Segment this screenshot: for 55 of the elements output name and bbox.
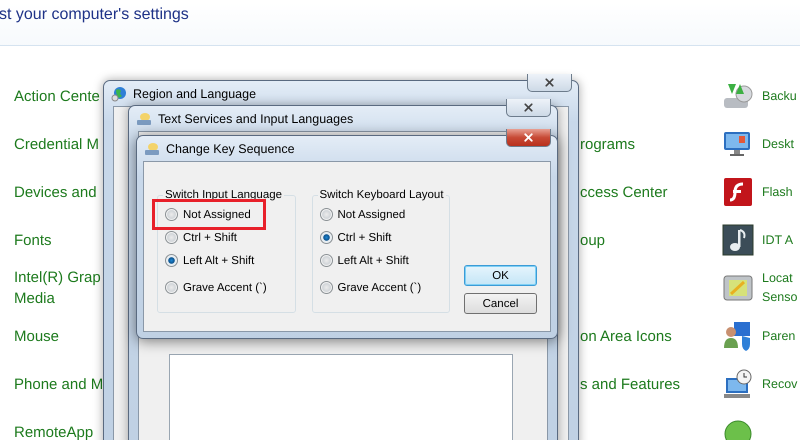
radio-label[interactable]: Left Alt + Shift [338,254,409,266]
window-title: Region and Language [133,86,258,100]
radio-label[interactable]: Grave Accent (`) [183,282,267,294]
control-panel-link[interactable]: rograms [580,134,636,154]
control-panel-link[interactable]: Credential M [14,134,100,154]
control-panel-link[interactable]: RemoteApp [14,422,94,440]
control-panel-link[interactable]: Locat Senso [762,269,798,307]
close-button[interactable] [527,74,572,92]
radio-button[interactable] [320,281,332,294]
group-title: Switch Input Language [164,189,284,201]
dialog-title: Change Key Sequence [166,142,296,156]
window-title: Text Services and Input Languages [158,112,354,126]
keyboard-icon [144,142,160,156]
radio-label[interactable]: Not Assigned [183,208,251,220]
control-panel-link[interactable]: Backu [762,86,797,106]
control-panel-link[interactable]: Intel(R) Grap Media [14,267,101,309]
control-panel-link[interactable]: IDT A [762,230,794,250]
radio-label[interactable]: Grave Accent (`) [338,282,422,294]
control-panel-link[interactable]: Fonts [14,230,52,250]
radio-label[interactable]: Ctrl + Shift [183,232,238,244]
radio-button[interactable] [320,231,332,244]
music-note-icon [722,224,754,256]
control-panel-link[interactable]: Devices and [14,182,97,202]
close-button[interactable] [506,129,551,147]
radio-button[interactable] [165,231,178,244]
control-panel-link[interactable]: oup [580,230,606,250]
computer-clock-icon [722,368,754,400]
radio-button[interactable] [165,254,178,267]
close-icon [543,76,556,89]
dialog-button[interactable]: Cancel [464,293,537,314]
close-icon [522,131,535,144]
radio-button[interactable] [165,208,178,221]
control-panel-link[interactable]: Recov [762,374,798,394]
control-panel-link[interactable]: Action Cente [14,86,100,106]
radio-button[interactable] [165,281,178,294]
control-panel-link[interactable]: s and Features [580,374,680,394]
control-panel-link[interactable]: on Area Icons [580,326,672,346]
control-panel-link[interactable]: Mouse [14,326,60,346]
control-panel-link[interactable]: ccess Center [580,182,668,202]
control-panel-link[interactable]: Deskt [762,134,794,154]
radio-label[interactable]: Ctrl + Shift [338,232,392,244]
radio-button[interactable] [320,208,332,221]
keyboard-icon [136,112,152,126]
dialog-button[interactable]: OK [464,265,537,286]
control-panel-link[interactable]: Phone and M [14,374,104,394]
radio-label[interactable]: Not Assigned [338,208,406,220]
close-button[interactable] [506,99,551,117]
globe-icon [111,86,127,102]
control-panel-link[interactable]: Paren [762,326,796,346]
radio-button[interactable] [320,254,332,267]
close-icon [522,101,535,114]
control-panel-link[interactable]: Flash [762,182,793,202]
flash-player-icon [722,176,754,208]
radio-label[interactable]: Left Alt + Shift [183,254,254,266]
group-title: Switch Keyboard Layout [318,189,445,201]
